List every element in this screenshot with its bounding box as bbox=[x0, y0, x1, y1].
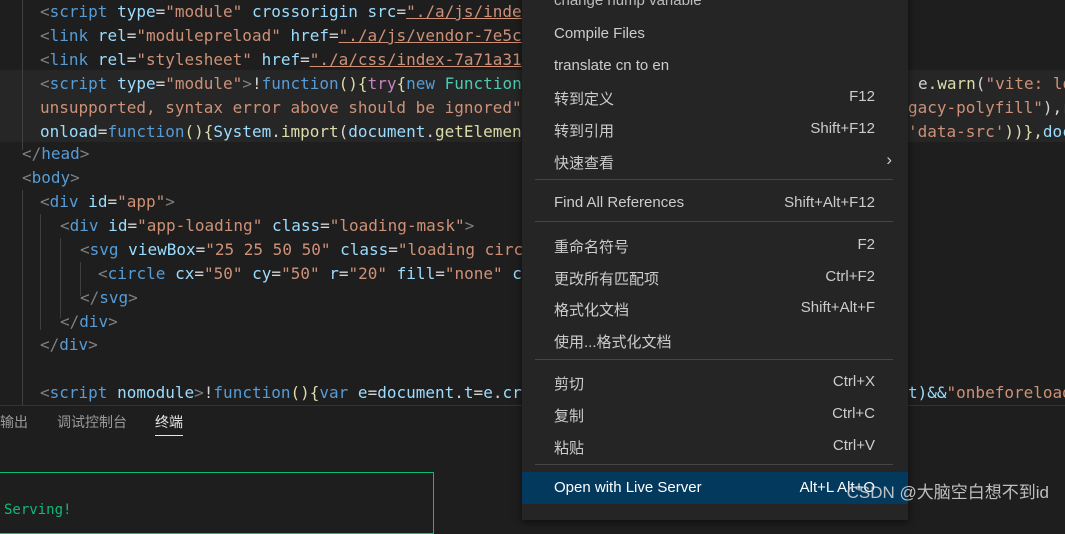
menu-separator bbox=[535, 464, 893, 465]
menu-separator bbox=[535, 359, 893, 360]
menu-item-label: 转到定义 bbox=[554, 91, 615, 108]
menu-item-label: 快速查看 bbox=[554, 155, 615, 172]
menu-item-label: translate cn to en bbox=[554, 57, 670, 74]
menu-item-format-document-with[interactable]: 使用...格式化文档 bbox=[522, 324, 908, 356]
code-line-13: </svg> bbox=[80, 288, 138, 307]
menu-item-label: Compile Files bbox=[554, 25, 645, 42]
menu-item-go-to-definition[interactable]: 转到定义 F12 bbox=[522, 81, 908, 113]
menu-item-compile-files[interactable]: Compile Files bbox=[522, 18, 908, 50]
menu-item-paste[interactable]: 粘贴 Ctrl+V bbox=[522, 430, 908, 462]
menu-item-label: change nump variable bbox=[554, 0, 702, 9]
code-line-7: </head> bbox=[22, 144, 90, 163]
menu-item-translate[interactable]: translate cn to en bbox=[522, 50, 908, 82]
context-menu: change nump variable Compile Files trans… bbox=[522, 0, 908, 520]
menu-item-shortcut: Shift+F12 bbox=[810, 120, 875, 137]
menu-item-format-document[interactable]: 格式化文档 Shift+Alt+F bbox=[522, 292, 908, 324]
code-line-9: <div id="app"> bbox=[40, 192, 175, 211]
indent-guide bbox=[60, 238, 61, 318]
menu-item-label: 转到引用 bbox=[554, 123, 615, 140]
chevron-right-icon: › bbox=[886, 150, 892, 169]
tab-terminal[interactable]: 终端 bbox=[155, 412, 183, 436]
code-line-6-tail: 'data-src'))},doc bbox=[908, 122, 1065, 141]
code-line-8: <body> bbox=[22, 168, 80, 187]
code-line-5-tail: gacy-polyfill"),r bbox=[908, 98, 1065, 117]
menu-item-shortcut: Ctrl+V bbox=[832, 437, 875, 454]
code-line-16: <script nomodule>!function(){var e=docum… bbox=[40, 383, 522, 402]
code-line-14: </div> bbox=[60, 312, 118, 331]
code-line-4-tail: e.warn("vite: loa bbox=[918, 74, 1065, 93]
code-line-2: <link rel="modulepreload" href="./a/js/v… bbox=[40, 26, 522, 45]
indent-guide bbox=[40, 214, 41, 330]
menu-item-shortcut: Ctrl+F2 bbox=[825, 268, 875, 285]
code-line-6: onload=function(){System.import(document… bbox=[40, 122, 522, 141]
menu-item-rename-symbol[interactable]: 重命名符号 F2 bbox=[522, 229, 908, 261]
menu-item-cut[interactable]: 剪切 Ctrl+X bbox=[522, 366, 908, 398]
code-line-10: <div id="app-loading" class="loading-mas… bbox=[60, 216, 475, 235]
menu-item-peek[interactable]: 快速查看 › bbox=[522, 145, 908, 177]
menu-item-label: 剪切 bbox=[554, 376, 585, 393]
menu-item-label: 复制 bbox=[554, 408, 585, 425]
indent-guide bbox=[22, 0, 23, 150]
indent-guide bbox=[22, 190, 23, 405]
code-line-5: unsupported, syntax error above should b… bbox=[40, 98, 522, 117]
terminal-text: Serving! bbox=[4, 502, 72, 518]
tab-debug-console[interactable]: 调试控制台 bbox=[57, 412, 127, 432]
menu-item-shortcut: Ctrl+C bbox=[832, 405, 875, 422]
menu-item-change-all-occurrences[interactable]: 更改所有匹配项 Ctrl+F2 bbox=[522, 261, 908, 293]
code-line-15: </div> bbox=[40, 335, 98, 354]
code-line-16-tail: t)&&"onbeforeload bbox=[908, 383, 1065, 402]
menu-item-label: 更改所有匹配项 bbox=[554, 271, 660, 288]
code-line-12: <circle cx="50" cy="50" r="20" fill="non… bbox=[98, 264, 522, 283]
menu-item-label: 重命名符号 bbox=[554, 239, 630, 256]
menu-item-shortcut: Shift+Alt+F bbox=[800, 299, 875, 316]
menu-item-change-nump-variable[interactable]: change nump variable bbox=[522, 0, 908, 18]
menu-item-shortcut: F2 bbox=[857, 236, 875, 253]
menu-separator bbox=[535, 179, 893, 180]
menu-item-go-to-references[interactable]: 转到引用 Shift+F12 bbox=[522, 113, 908, 145]
watermark: CSDN @大脑空白想不到id bbox=[846, 483, 1049, 502]
code-line-1: <script type="module" crossorigin src=".… bbox=[40, 2, 522, 21]
menu-item-label: 粘贴 bbox=[554, 440, 585, 457]
tab-output[interactable]: 输出 bbox=[0, 412, 28, 432]
menu-item-find-all-references[interactable]: Find All References Shift+Alt+F12 bbox=[522, 187, 908, 219]
menu-item-label: Find All References bbox=[554, 194, 685, 211]
menu-item-shortcut: Ctrl+X bbox=[832, 373, 875, 390]
menu-item-label: Open with Live Server bbox=[554, 479, 702, 496]
menu-item-shortcut: F12 bbox=[849, 88, 875, 105]
code-line-4: <script type="module">!function(){try{ne… bbox=[40, 74, 522, 93]
menu-item-shortcut: Shift+Alt+F12 bbox=[784, 194, 875, 211]
menu-item-copy[interactable]: 复制 Ctrl+C bbox=[522, 398, 908, 430]
menu-item-label: 使用...格式化文档 bbox=[554, 334, 672, 351]
menu-item-label: 格式化文档 bbox=[554, 302, 630, 319]
code-line-11: <svg viewBox="25 25 50 50" class="loadin… bbox=[80, 240, 524, 259]
code-line-3: <link rel="stylesheet" href="./a/css/ind… bbox=[40, 50, 522, 69]
menu-separator bbox=[535, 221, 893, 222]
